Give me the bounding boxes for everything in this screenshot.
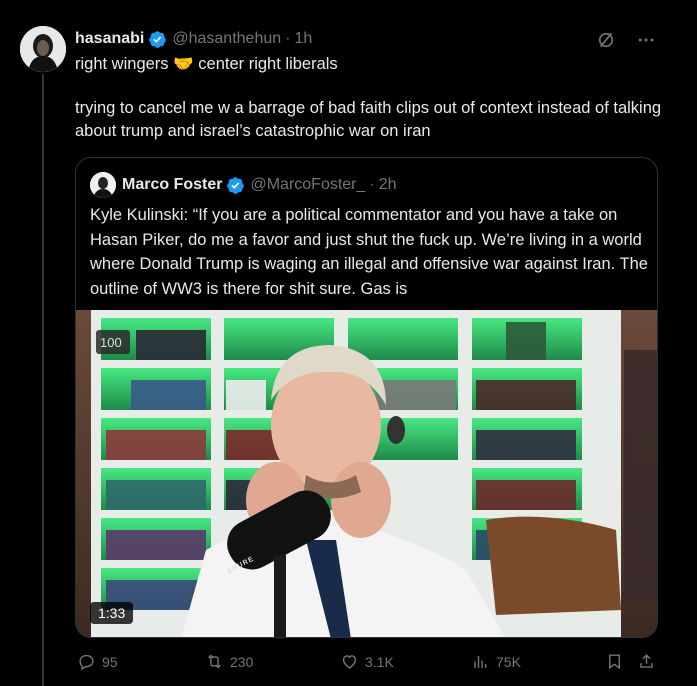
timestamp[interactable]: 1h xyxy=(294,30,312,48)
post-text-paragraph: trying to cancel me w a barrage of bad f… xyxy=(75,99,662,140)
avatar[interactable] xyxy=(20,26,66,72)
reply-count: 95 xyxy=(102,653,118,670)
video-frame xyxy=(76,310,657,637)
views-bar-icon xyxy=(474,655,487,668)
repost-button[interactable]: 230 xyxy=(205,652,253,671)
post-text-part: right wingers xyxy=(75,55,169,73)
share-icon xyxy=(640,654,653,668)
video-duration: 1:33 xyxy=(90,602,134,624)
more-dots-icon[interactable] xyxy=(635,29,657,51)
handle[interactable]: @hasanthehun xyxy=(172,30,281,48)
video-player[interactable]: SHURE 100 1:33 xyxy=(76,310,657,637)
post-text-line-1: right wingers 🤝 center right liberals xyxy=(75,53,665,76)
like-button[interactable]: 3.1K xyxy=(340,652,394,671)
share-button[interactable] xyxy=(637,652,656,671)
handshake-emoji: 🤝 xyxy=(173,55,194,73)
quote-avatar[interactable] xyxy=(90,172,116,198)
views-count: 75K xyxy=(496,653,521,670)
repost-count: 230 xyxy=(230,653,254,670)
like-count: 3.1K xyxy=(365,653,394,670)
quote-display-name[interactable]: Marco Foster xyxy=(122,176,222,194)
views-button[interactable]: 75K xyxy=(471,652,521,671)
verified-badge-icon xyxy=(148,30,167,49)
post-header: hasanabi @hasanthehun · 1h xyxy=(75,29,312,49)
separator-dot: · xyxy=(369,176,375,193)
reply-icon xyxy=(79,654,94,671)
display-name[interactable]: hasanabi xyxy=(75,30,144,48)
separator-dot: · xyxy=(285,30,291,47)
video-overlay-badge: 100 xyxy=(100,335,122,350)
bookmark-icon xyxy=(609,654,620,670)
quote-text: Kyle Kulinski: “If you are a political c… xyxy=(90,206,648,298)
top-right-actions xyxy=(595,29,657,51)
quoted-post[interactable]: Marco Foster @MarcoFoster_ · 2h Kyle Kul… xyxy=(75,157,658,638)
grok-slash-icon[interactable] xyxy=(595,29,617,51)
post-text-part: center right liberals xyxy=(198,55,338,73)
thread-line xyxy=(42,74,44,686)
tweet-post[interactable]: hasanabi @hasanthehun · 1h right wingers… xyxy=(0,0,697,686)
action-bar: 95 230 3.1K 75K xyxy=(75,652,665,676)
quote-timestamp[interactable]: 2h xyxy=(379,176,397,194)
verified-badge-icon xyxy=(226,176,245,195)
quote-handle[interactable]: @MarcoFoster_ xyxy=(250,176,365,194)
reply-button[interactable]: 95 xyxy=(77,652,118,671)
quote-header: Marco Foster @MarcoFoster_ · 2h xyxy=(90,172,397,198)
repost-icon xyxy=(208,654,221,669)
heart-icon xyxy=(342,655,357,669)
bookmark-button[interactable] xyxy=(605,652,624,671)
